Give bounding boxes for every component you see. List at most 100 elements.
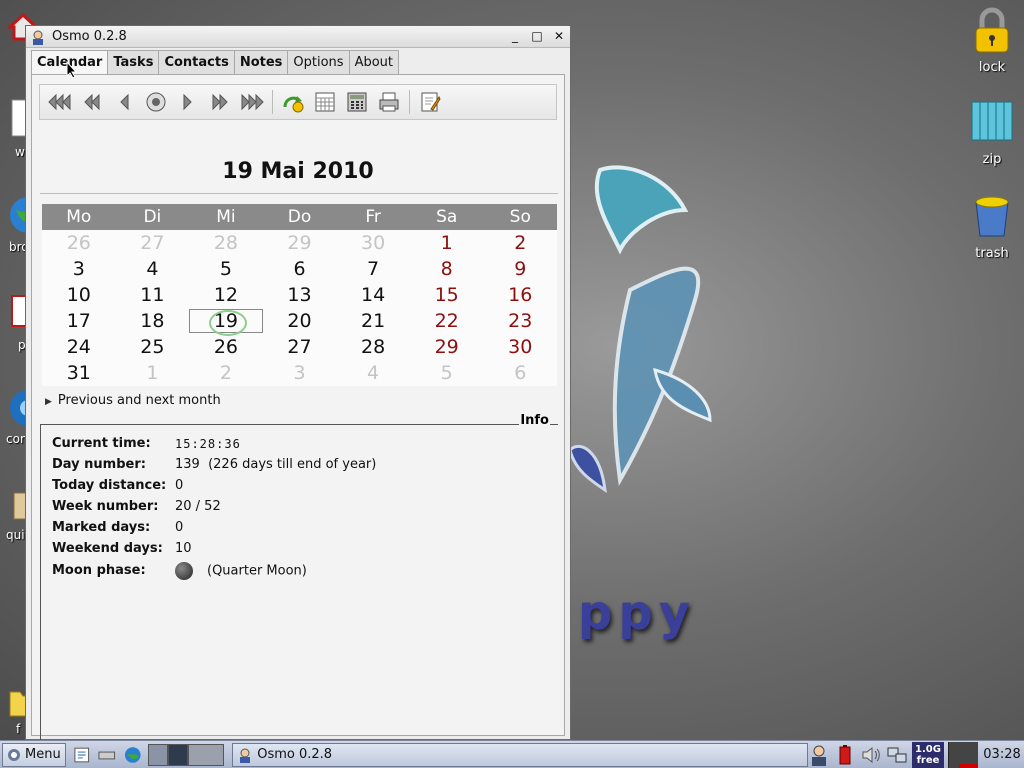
workspace-1[interactable]: [148, 743, 169, 766]
calendar-day[interactable]: 1: [116, 360, 190, 386]
prev-next-month-expander[interactable]: ▶ Previous and next month: [45, 393, 221, 408]
calendar-day[interactable]: 21: [336, 308, 410, 334]
prev-month-button[interactable]: [80, 90, 104, 114]
tab-tasks[interactable]: Tasks: [107, 50, 160, 74]
workspace-2[interactable]: [168, 743, 189, 766]
browser-launcher-icon[interactable]: [123, 745, 143, 765]
prev-month-icon: [84, 93, 100, 111]
drive-launcher-icon[interactable]: [97, 745, 117, 765]
start-menu-button[interactable]: Menu: [2, 742, 66, 767]
calendar-panel: 19 Mai 2010 Mo Di Mi Do Fr Sa So 26 27 2…: [31, 74, 565, 752]
calendar-day[interactable]: 31: [42, 360, 116, 386]
calendar-day[interactable]: 24: [42, 334, 116, 360]
tab-about[interactable]: About: [348, 50, 400, 74]
minimize-button[interactable]: _: [508, 29, 522, 43]
calendar-day[interactable]: 6: [263, 256, 337, 282]
calendar-day[interactable]: 16: [483, 282, 557, 308]
osmo-app-icon: [33, 30, 43, 45]
calendar-day[interactable]: 4: [116, 256, 190, 282]
calendar-day[interactable]: 26: [42, 230, 116, 256]
calendar-day[interactable]: 2: [189, 360, 263, 386]
next-month-button[interactable]: [208, 90, 232, 114]
today-button[interactable]: [144, 90, 168, 114]
calendar-day[interactable]: 13: [263, 282, 337, 308]
calendar-day-selected[interactable]: 19: [189, 308, 263, 336]
workspace-pager: [148, 743, 189, 766]
next-day-button[interactable]: [176, 90, 200, 114]
window-titlebar[interactable]: Osmo 0.2.8 _ □ ✕: [26, 26, 570, 48]
volume-icon[interactable]: [860, 744, 882, 766]
calendar-day[interactable]: 4: [336, 360, 410, 386]
calendar-day[interactable]: 30: [483, 334, 557, 360]
calendar-day[interactable]: 1: [410, 230, 484, 256]
calendar-day[interactable]: 8: [410, 256, 484, 282]
calendar-week-row: 26 27 28 29 30 1 2: [42, 230, 557, 256]
maximize-button[interactable]: □: [530, 29, 544, 43]
full-year-button[interactable]: [313, 90, 337, 114]
weekday-label: Mo: [66, 207, 92, 227]
prev-year-button[interactable]: [48, 90, 72, 114]
text-editor-launcher-icon[interactable]: [72, 745, 92, 765]
calendar-day[interactable]: 27: [116, 230, 190, 256]
tab-contacts[interactable]: Contacts: [158, 50, 235, 74]
calendar-day[interactable]: 7: [336, 256, 410, 282]
next-year-button[interactable]: [240, 90, 264, 114]
info-value: 0: [175, 520, 184, 535]
calendar-day[interactable]: 15: [410, 282, 484, 308]
calendar-day[interactable]: 28: [336, 334, 410, 360]
calendar-day[interactable]: 3: [42, 256, 116, 282]
info-value: 20 / 52: [175, 499, 221, 514]
calendar-day[interactable]: 29: [410, 334, 484, 360]
info-value: (Quarter Moon): [207, 563, 307, 578]
lock-desktop-icon[interactable]: lock: [957, 6, 1024, 75]
calendar-day[interactable]: 9: [483, 256, 557, 282]
calendar-day[interactable]: 5: [189, 256, 263, 282]
calendar-day[interactable]: 11: [116, 282, 190, 308]
print-button[interactable]: [377, 90, 401, 114]
calendar-day[interactable]: 10: [42, 282, 116, 308]
notes-edit-button[interactable]: [418, 90, 442, 114]
calendar-day[interactable]: 6: [483, 360, 557, 386]
expander-label: Previous and next month: [57, 393, 221, 408]
zip-desktop-icon[interactable]: zip: [957, 98, 1024, 167]
trash-label: trash: [975, 246, 1009, 261]
calendar-day[interactable]: 25: [116, 334, 190, 360]
weekday-label: Do: [287, 207, 312, 227]
calendar-day[interactable]: 3: [263, 360, 337, 386]
calendar-day[interactable]: 28: [189, 230, 263, 256]
prev-day-button[interactable]: [112, 90, 136, 114]
info-value: 15:28:36: [175, 436, 241, 451]
battery-icon[interactable]: [834, 744, 856, 766]
weekday-label: Mi: [216, 207, 236, 227]
info-list: Current time: 15:28:36 Day number: 139 (…: [52, 433, 376, 581]
calendar-day[interactable]: 18: [116, 308, 190, 334]
calendar-day[interactable]: 14: [336, 282, 410, 308]
left-label-w: w: [15, 145, 25, 159]
calendar-day[interactable]: 22: [410, 308, 484, 334]
calculator-button[interactable]: [345, 90, 369, 114]
jump-to-date-button[interactable]: [281, 90, 305, 114]
tab-options[interactable]: Options: [287, 50, 350, 74]
tab-notes[interactable]: Notes: [233, 50, 289, 74]
workspace-3[interactable]: [188, 743, 225, 766]
mouse-cursor-icon: [66, 61, 78, 79]
trash-desktop-icon[interactable]: trash: [957, 192, 1024, 261]
free-space-indicator[interactable]: 1.0G free: [912, 741, 945, 768]
calendar-day[interactable]: 30: [336, 230, 410, 256]
calendar-day[interactable]: 5: [410, 360, 484, 386]
user-icon[interactable]: [808, 744, 830, 766]
calendar-day[interactable]: 26: [189, 334, 263, 360]
calendar-day[interactable]: 12: [189, 282, 263, 308]
calendar-day[interactable]: 20: [263, 308, 337, 334]
calendar-day[interactable]: 17: [42, 308, 116, 334]
lock-label: lock: [978, 60, 1006, 75]
clock[interactable]: 03:28: [982, 747, 1022, 762]
calendar-day[interactable]: 27: [263, 334, 337, 360]
network-icon[interactable]: [886, 744, 908, 766]
calendar-day[interactable]: 2: [483, 230, 557, 256]
toolbar-separator: [272, 90, 273, 114]
taskbar-task-osmo[interactable]: Osmo 0.2.8: [232, 742, 809, 767]
calendar-day[interactable]: 23: [483, 308, 557, 334]
close-button[interactable]: ✕: [552, 29, 566, 43]
calendar-day[interactable]: 29: [263, 230, 337, 256]
